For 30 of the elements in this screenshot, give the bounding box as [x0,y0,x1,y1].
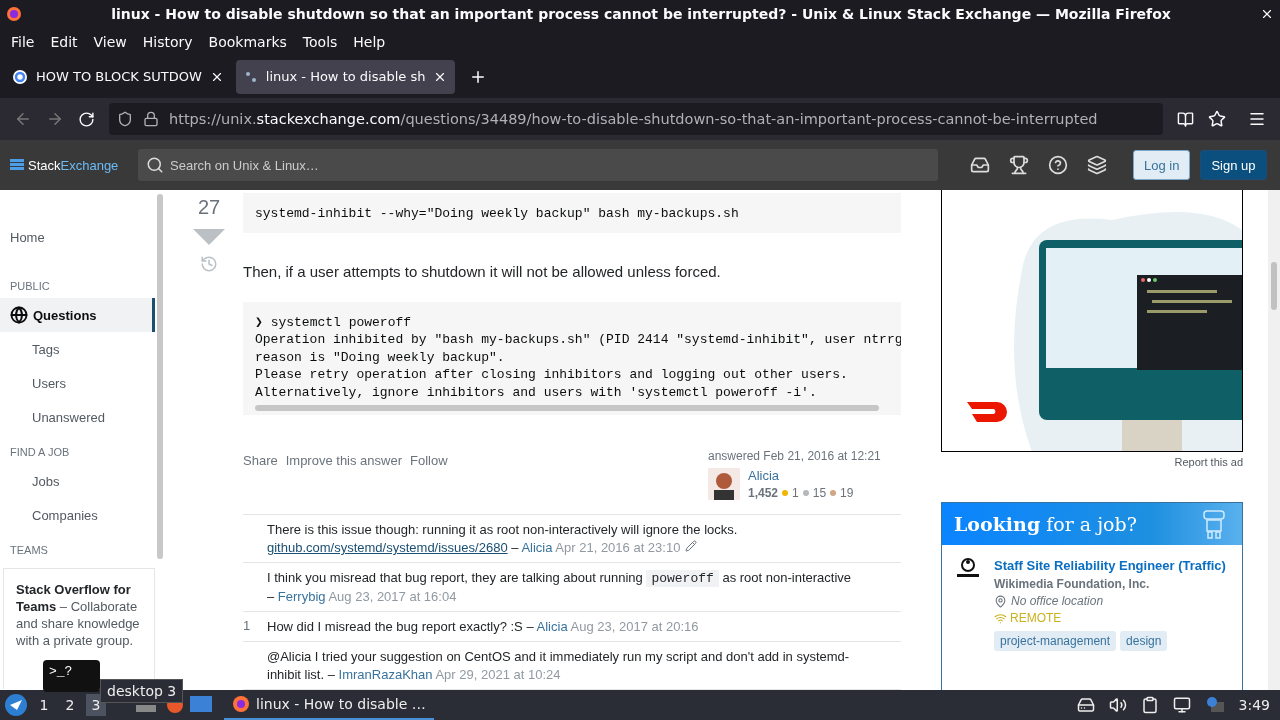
reputation: 1,452 [748,486,779,500]
badge-count: 15 [812,486,827,500]
sidebar-heading: TEAMS [9,543,49,558]
badge-count: 1 [792,486,799,500]
sidebar-heading: FIND A JOB [9,445,71,460]
comment-text: How did I misread the bug report exactly? :S – Alicia Aug 23, 2017 at 20:16 [267,618,700,636]
clock: 3:49 [1238,697,1270,713]
jobs-heading: Looking for a job? [954,513,1137,535]
comment-date: Aug 23, 2017 at 16:04 [328,589,457,604]
sidebar-heading: PUBLIC [9,279,51,294]
comment-score: 1 [243,618,251,633]
comment-text: I think you misread that bug report, they are talking about running poweroff as root non-interactive – Ferrybig Aug 23, 2017 at 16:04 [267,569,853,606]
comment-text: There is this issue though: running it as root non-interactively will ignore the locks. github.com/systemd/systemd/issues/2680 – Alicia Apr 21, 2016 at 23:10 [267,521,739,557]
comment-date: Aug 23, 2017 at 20:16 [570,619,699,634]
badge-count: 19 [840,486,854,500]
vote-count: 27 [197,195,221,219]
window-title: linux - How to disable shutdown so that an important process cannot be interrupted? - Unix & Linux Stack Exchange — Mozilla Firefox [110,6,1172,22]
window-preview: >_? [43,660,100,692]
job-location: No office location [1011,594,1104,608]
inline-code: poweroff [646,570,719,587]
answer-text: Then, if a user attempts to shutdown it will not be allowed unless forced. [243,263,722,280]
company-name: Wikimedia Foundation, Inc. [994,577,1151,591]
code-block: ❯ systemctl poweroff Operation inhibited by "bash my-backups.sh" (PID 2414 "systemd-inhibit", user ntrrg reason is "Doing weekly backup". Please retry operation after closing inhibitors and logging out other users. Alternatively, ignore inhibitors and users with 'systemctl poweroff -i'. [243,302,901,415]
code-block: systemd-inhibit --why="Doing weekly backup" bash my-backups.sh [243,193,901,233]
comment-text: @Alicia I tried your suggestion on CentOS and it immediately run my script and don't add in systemd-inhibit list. – ImranRazaKhan Apr 29, 2021 at 10:24 [267,648,851,684]
remote-label: REMOTE [1010,611,1062,625]
tooltip: desktop 3 [100,679,184,703]
comment-date: Apr 29, 2021 at 10:24 [435,667,561,682]
answered-date: answered Feb 21, 2016 at 12:21 [708,449,882,463]
comment-date: Apr 21, 2016 at 23:10 [555,540,681,555]
